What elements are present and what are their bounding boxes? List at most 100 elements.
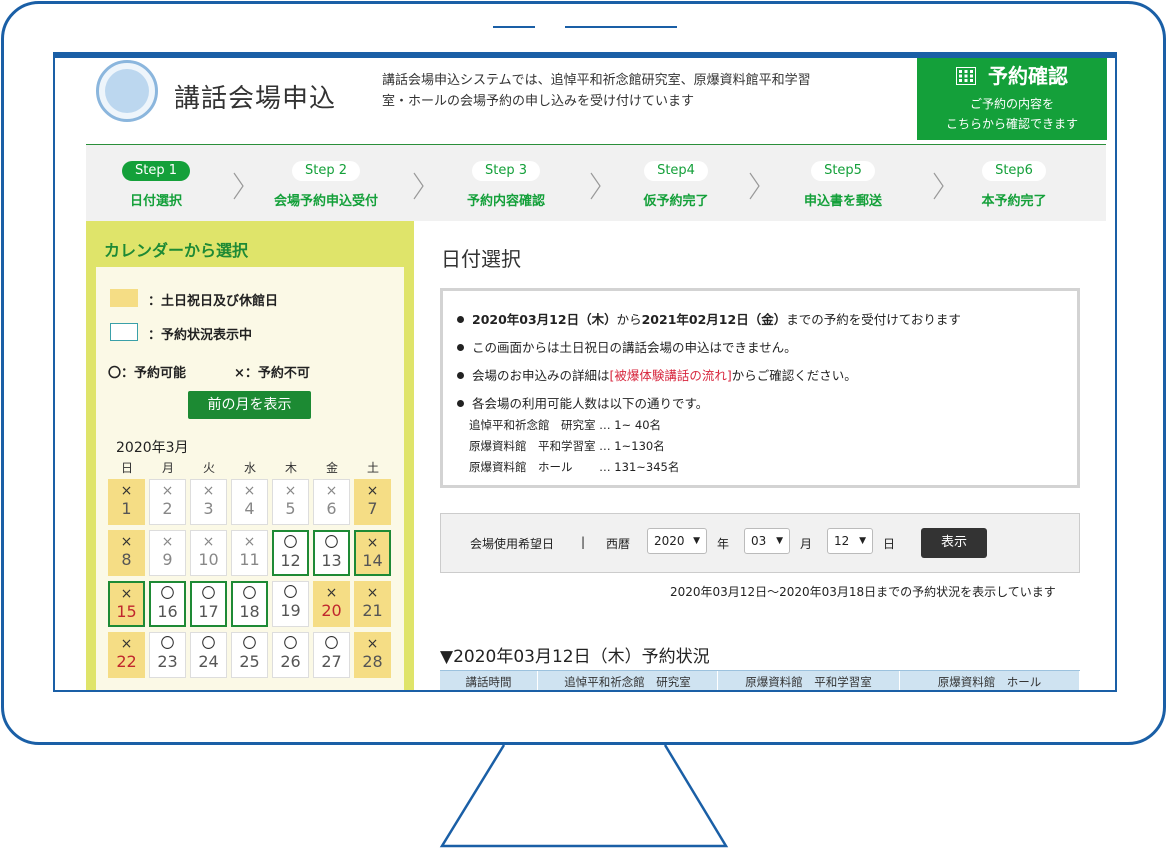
day-mark: × bbox=[161, 483, 174, 499]
screen: 講話会場申込 講話会場申込システムでは、追悼平和祈念館研究室、原爆資料館平和学習… bbox=[53, 52, 1117, 692]
year-value: 2020 bbox=[654, 534, 685, 548]
chevron-right-icon bbox=[749, 172, 760, 200]
page-content: 講話会場申込 講話会場申込システムでは、追悼平和祈念館研究室、原爆資料館平和学習… bbox=[86, 58, 1107, 690]
notice-details-post: からご確認ください。 bbox=[731, 368, 857, 383]
notice-details-pre: 会場のお申込みの詳細は bbox=[472, 368, 610, 383]
status-title: ▼2020年03月12日（木）予約状況 bbox=[440, 647, 710, 667]
notice-details: 会場のお申込みの詳細は[被爆体験講話の流れ]からご確認ください。 bbox=[457, 365, 857, 384]
calendar-day-21[interactable]: × 21 bbox=[354, 581, 391, 627]
calendar-day-20[interactable]: × 20 bbox=[313, 581, 350, 627]
step-badge: Step6 bbox=[982, 161, 1046, 181]
month-unit: 月 bbox=[800, 537, 813, 551]
calendar-day-14[interactable]: × 14 bbox=[354, 530, 391, 576]
day-number: 19 bbox=[280, 601, 301, 620]
day-mark: × bbox=[366, 535, 379, 551]
calendar-day-18[interactable]: 〇 18 bbox=[231, 581, 268, 627]
day-mark: 〇 bbox=[283, 585, 298, 601]
month-select[interactable]: 03 ▼ bbox=[744, 528, 790, 554]
day-mark: 〇 bbox=[201, 586, 216, 602]
page-title: 日付選択 bbox=[441, 247, 521, 271]
day-mark: × bbox=[161, 534, 174, 550]
calendar-day-27[interactable]: 〇 27 bbox=[313, 632, 350, 678]
notice-capacity-text: 各会場の利用可能人数は以下の通りです。 bbox=[472, 396, 709, 411]
bullet-icon bbox=[457, 372, 464, 379]
day-select[interactable]: 12 ▼ bbox=[827, 528, 873, 554]
calendar-day-8[interactable]: × 8 bbox=[108, 530, 145, 576]
calendar-day-17[interactable]: 〇 17 bbox=[190, 581, 227, 627]
day-unit: 日 bbox=[883, 537, 896, 551]
weekday-header: 月 bbox=[161, 461, 174, 475]
calendar-sidebar: カレンダーから選択 ：土日祝日及び休館日 ：予約状況表示中 〇：予約可能 ×：予… bbox=[86, 221, 414, 690]
step-label: 日付選択 bbox=[129, 194, 182, 209]
calendar-day-11[interactable]: × 11 bbox=[231, 530, 268, 576]
day-number: 5 bbox=[285, 499, 296, 518]
day-mark: 〇 bbox=[324, 535, 339, 551]
site-logo[interactable] bbox=[96, 60, 158, 122]
show-button[interactable]: 表示 bbox=[921, 528, 987, 558]
day-mark: 〇 bbox=[201, 636, 216, 652]
caret-down-icon: ▼ bbox=[776, 536, 783, 546]
legend-available: 〇：予約可能 bbox=[108, 366, 187, 381]
sidebar-title: カレンダーから選択 bbox=[104, 241, 249, 260]
lecture-flow-link[interactable]: [被爆体験講話の流れ] bbox=[610, 368, 732, 383]
calendar-day-24[interactable]: 〇 24 bbox=[190, 632, 227, 678]
range-note: 2020年03月12日～2020年03月18日までの予約状況を表示しています bbox=[670, 585, 1056, 599]
calendar-day-22[interactable]: × 22 bbox=[108, 632, 145, 678]
capacity-hall: 原爆資料館 ホール … 131~345名 bbox=[469, 460, 680, 474]
bullet-icon bbox=[457, 400, 464, 407]
form-label: 会場使用希望日 bbox=[470, 537, 555, 551]
day-mark: 〇 bbox=[283, 535, 298, 551]
calendar-day-7[interactable]: × 7 bbox=[354, 479, 391, 525]
calendar-day-19[interactable]: 〇 19 bbox=[272, 581, 309, 627]
day-mark: × bbox=[120, 586, 133, 602]
weekday-header: 木 bbox=[284, 461, 297, 475]
calendar-day-3[interactable]: × 3 bbox=[190, 479, 227, 525]
caret-down-icon: ▼ bbox=[859, 536, 866, 546]
day-mark: × bbox=[325, 483, 338, 499]
day-mark: × bbox=[120, 534, 133, 550]
calendar-day-28[interactable]: × 28 bbox=[354, 632, 391, 678]
chevron-right-icon bbox=[233, 172, 244, 200]
day-mark: × bbox=[366, 585, 379, 601]
calendar-day-9[interactable]: × 9 bbox=[149, 530, 186, 576]
day-number: 23 bbox=[157, 652, 178, 671]
day-number: 4 bbox=[244, 499, 255, 518]
calendar-day-5[interactable]: × 5 bbox=[272, 479, 309, 525]
year-select[interactable]: 2020 ▼ bbox=[647, 528, 707, 554]
day-mark: 〇 bbox=[283, 636, 298, 652]
period-from: から bbox=[616, 312, 642, 327]
weekday-header: 水 bbox=[243, 461, 256, 475]
date-select-form: 会場使用希望日 | 西暦 2020 ▼ 年 03 ▼ 月 12 ▼ 日 表示 bbox=[440, 513, 1080, 573]
calendar-day-25[interactable]: 〇 25 bbox=[231, 632, 268, 678]
day-value: 12 bbox=[834, 534, 850, 548]
form-separator: | bbox=[581, 535, 586, 549]
calendar-day-6[interactable]: × 6 bbox=[313, 479, 350, 525]
calendar-day-16[interactable]: 〇 16 bbox=[149, 581, 186, 627]
col-research-room: 追悼平和祈念館 研究室 bbox=[538, 671, 718, 690]
notice-capacity: 各会場の利用可能人数は以下の通りです。 bbox=[457, 393, 708, 412]
day-mark: × bbox=[202, 483, 215, 499]
calendar-day-23[interactable]: 〇 23 bbox=[149, 632, 186, 678]
day-number: 25 bbox=[239, 652, 260, 671]
calendar-day-12[interactable]: 〇 12 bbox=[272, 530, 309, 576]
day-number: 13 bbox=[321, 551, 342, 570]
reservation-confirm-button[interactable]: 予約確認 ご予約の内容を こちらから確認できます bbox=[917, 58, 1107, 140]
calendar-day-26[interactable]: 〇 26 bbox=[272, 632, 309, 678]
calendar-day-10[interactable]: × 10 bbox=[190, 530, 227, 576]
step-badge: Step 1 bbox=[121, 161, 190, 181]
calendar-day-13[interactable]: 〇 13 bbox=[313, 530, 350, 576]
site-title[interactable]: 講話会場申込 bbox=[174, 78, 336, 115]
day-number: 1 bbox=[121, 499, 132, 518]
weekday-header: 日 bbox=[120, 461, 133, 475]
legend-holiday-swatch bbox=[110, 289, 138, 307]
calendar-day-4[interactable]: × 4 bbox=[231, 479, 268, 525]
day-mark: × bbox=[366, 483, 379, 499]
calendar-day-1[interactable]: × 1 bbox=[108, 479, 145, 525]
calendar-day-15[interactable]: × 15 bbox=[108, 581, 145, 627]
prev-month-button[interactable]: 前の月を表示 bbox=[188, 391, 311, 419]
day-number: 20 bbox=[321, 601, 342, 620]
weekday-header: 金 bbox=[325, 461, 338, 475]
calendar-day-2[interactable]: × 2 bbox=[149, 479, 186, 525]
caret-down-icon: ▼ bbox=[693, 536, 700, 546]
period-tail: までの予約を受付けております bbox=[786, 312, 961, 327]
